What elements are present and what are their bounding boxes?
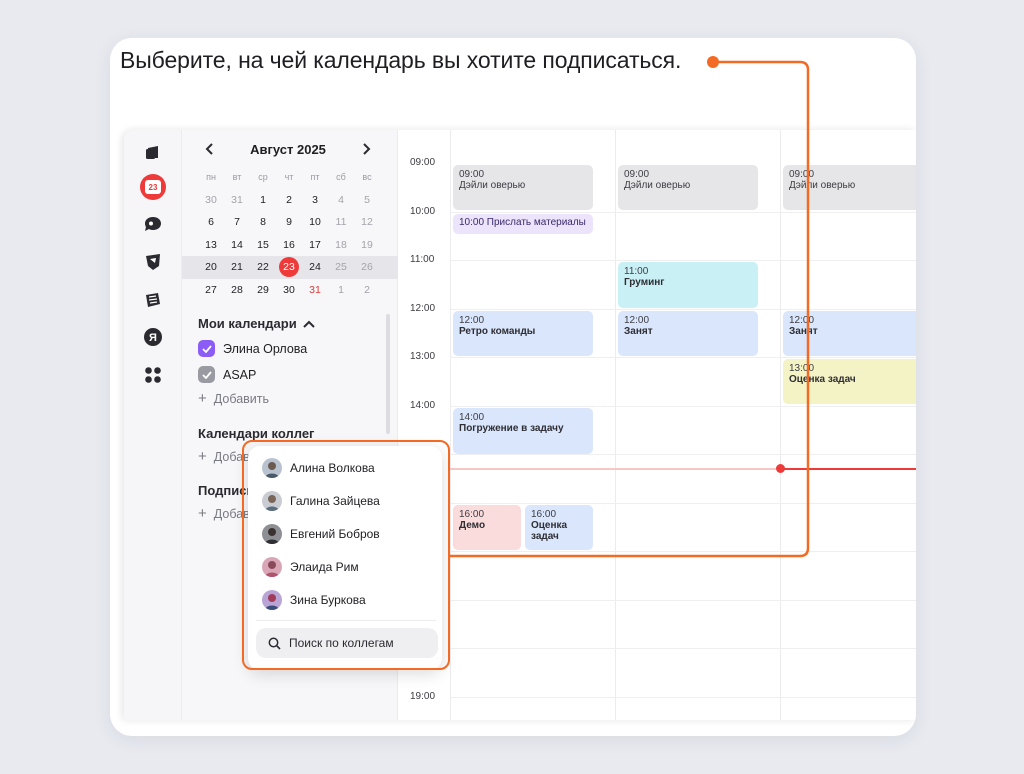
callout-connector [450,60,810,558]
callout-dot [707,56,719,68]
